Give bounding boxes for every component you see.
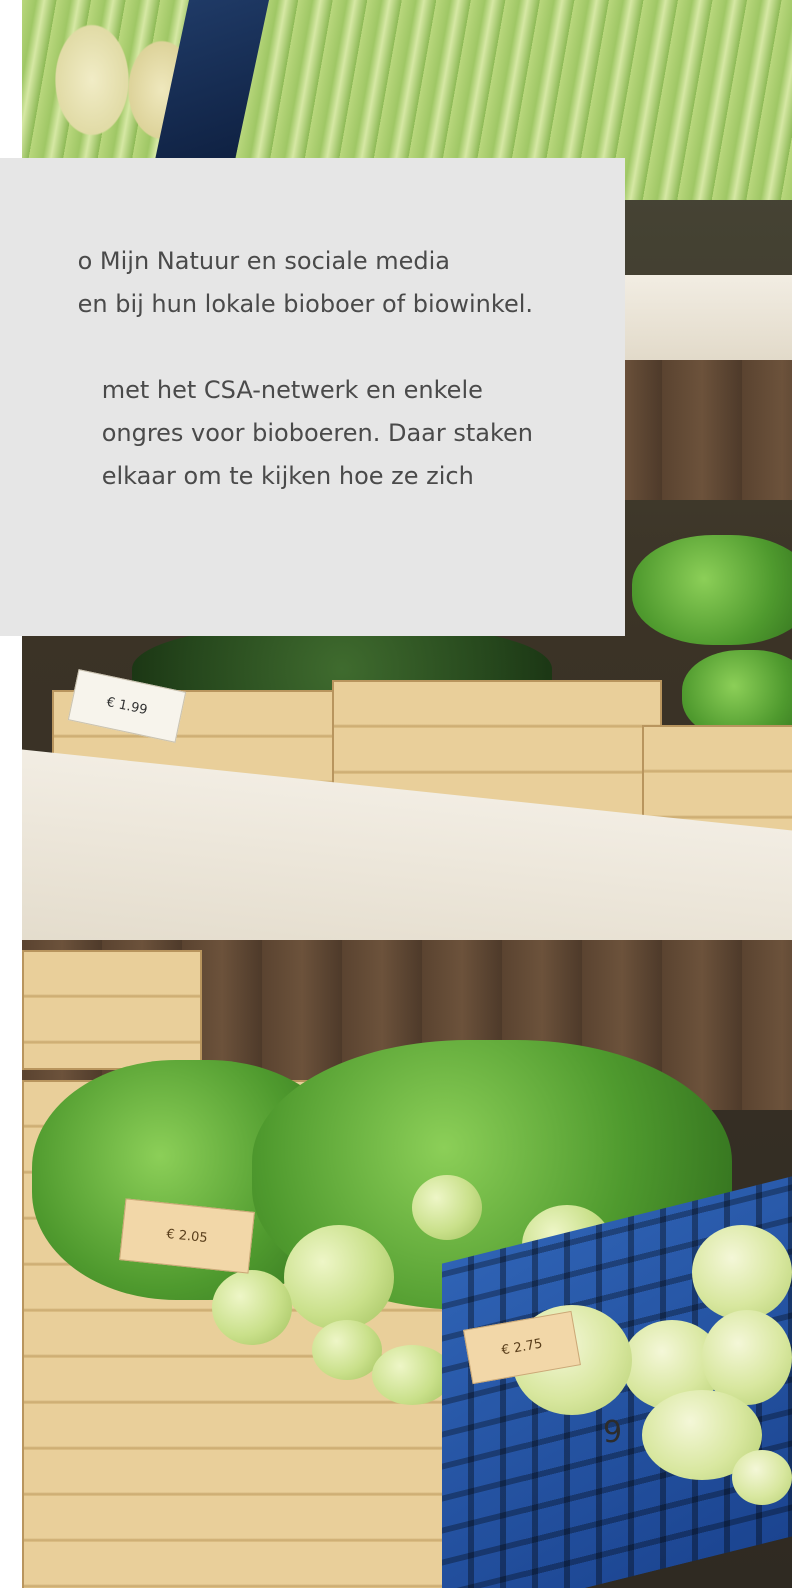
paragraph-1-line-2: en bij hun lokale bioboer of biowinkel. <box>77 290 533 318</box>
page-number: 9 <box>603 1415 623 1450</box>
paragraph-2-line-1: met het CSA-netwerk en enkele <box>101 376 483 404</box>
price-tag-1-text: € 1.99 <box>105 694 149 718</box>
paragraph-2: met het CSA-netwerk en enkele ongres voo… <box>102 369 533 498</box>
paragraph-1: o Mijn Natuur en sociale media en bij hu… <box>78 240 533 326</box>
text-panel: o Mijn Natuur en sociale media en bij hu… <box>0 158 625 636</box>
price-tag-2-text: € 2.05 <box>165 1226 209 1246</box>
kohlrabi-1 <box>284 1225 394 1330</box>
kohlrabi-2 <box>212 1270 292 1345</box>
cabbage-1 <box>692 1225 792 1320</box>
kohlrabi-6 <box>372 1345 452 1405</box>
lettuce-heads <box>632 535 792 645</box>
kohlrabi-3 <box>412 1175 482 1240</box>
empty-crate <box>22 950 202 1070</box>
paragraph-2-line-3: elkaar om te kijken hoe ze zich <box>101 462 474 490</box>
cabbage-6 <box>732 1450 792 1505</box>
paragraph-1-line-1: o Mijn Natuur en sociale media <box>77 247 450 275</box>
paragraph-2-line-2: ongres voor bioboeren. Daar staken <box>101 419 533 447</box>
price-tag-3-text: € 2.75 <box>500 1336 544 1359</box>
